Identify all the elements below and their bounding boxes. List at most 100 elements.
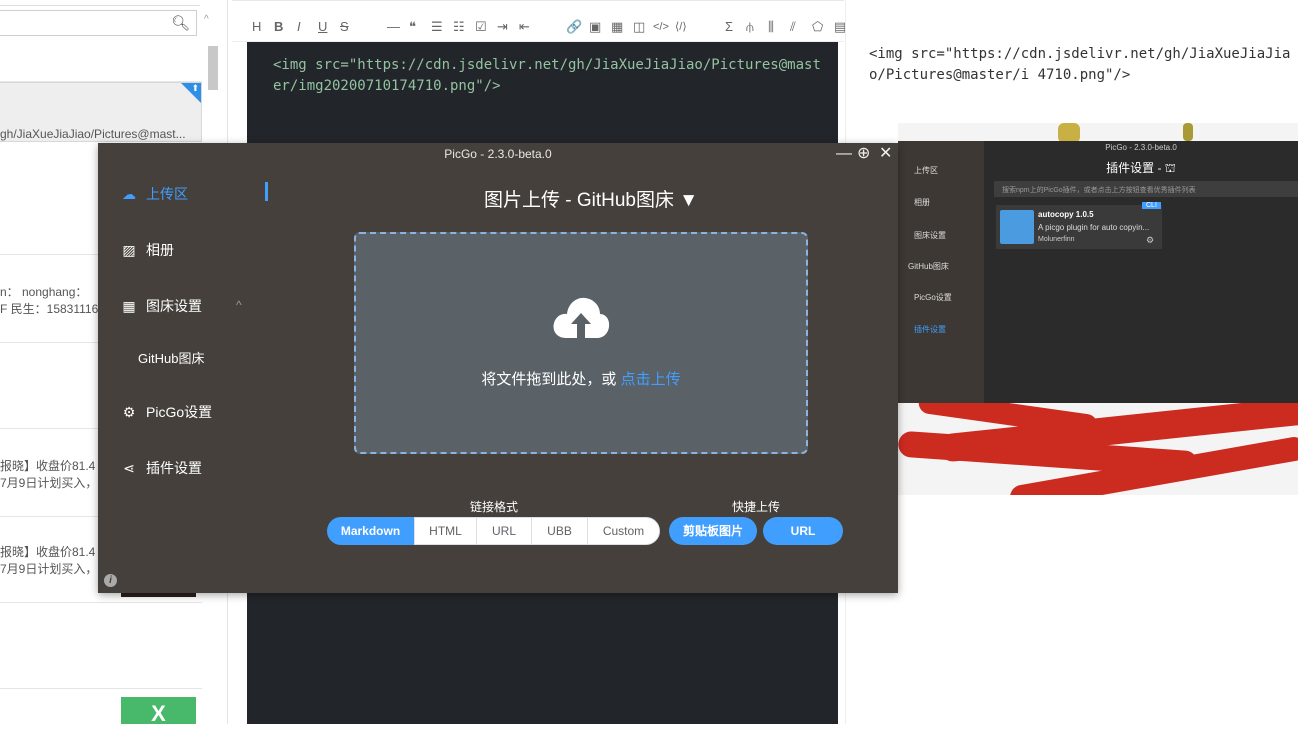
format-html-button[interactable]: HTML — [414, 517, 477, 545]
code-block-icon[interactable]: ⟨/⟩ — [675, 20, 687, 34]
embedded-search: 搜索npm上的PicGo插件，或者点击上方按钮查看优秀插件列表 — [994, 181, 1298, 197]
clipboard-upload-button[interactable]: 剪贴板图片 — [669, 517, 757, 545]
drop-instructions: 将文件拖到此处，或 点击上传 — [356, 368, 806, 389]
indent-icon[interactable]: ⇥ — [497, 20, 508, 34]
chevron-up-icon[interactable]: ^ — [236, 298, 242, 312]
chili-stem — [1183, 123, 1193, 141]
plugin-badge: CLI — [1142, 202, 1161, 209]
pin-icon: ⬆ — [181, 83, 201, 103]
nav-label: 相册 — [146, 242, 174, 258]
flowchart-icon[interactable]: ⫛ — [746, 20, 754, 34]
format-markdown-button[interactable]: Markdown — [327, 517, 414, 545]
maximize-button[interactable]: ⊕ — [857, 144, 870, 164]
share-icon: ⋖ — [123, 460, 135, 476]
strikethrough-icon[interactable]: S — [340, 20, 349, 34]
outdent-icon[interactable]: ⇤ — [519, 20, 530, 34]
italic-icon[interactable]: I — [297, 20, 301, 34]
note-snippet: n： nonghang： — [0, 285, 88, 299]
format-custom-button[interactable]: Custom — [587, 517, 660, 545]
embedded-nav-item: 插件设置 — [914, 325, 946, 334]
gear-icon: ⚙ — [122, 404, 136, 420]
top-strip — [0, 0, 200, 6]
url-upload-button[interactable]: URL — [763, 517, 843, 545]
upload-heading[interactable]: 图片上传 - GitHub图床 ▼ — [284, 185, 898, 212]
embedded-title: PicGo - 2.3.0-beta.0 — [1105, 143, 1177, 152]
embedded-main: PicGo - 2.3.0-beta.0 插件设置 - ⛫ 搜索npm上的Pic… — [984, 141, 1298, 403]
quick-upload-label: 快捷上传 — [731, 500, 780, 514]
nav-upload[interactable]: ☁ 上传区 — [120, 182, 188, 206]
link-format-label: 链接格式 — [469, 500, 518, 514]
embedded-nav-item: 图床设置 — [914, 231, 946, 240]
ordered-list-icon[interactable]: ☷ — [453, 20, 465, 34]
drop-text: 将文件拖到此处，或 — [481, 371, 621, 388]
note-snippet: gh/JiaXueJiaJiao/Pictures@mast... — [0, 127, 186, 141]
search-icon[interactable]: 🔍︎ — [171, 14, 190, 32]
underline-icon[interactable]: U — [318, 20, 327, 34]
chart-icon[interactable]: ◫ — [633, 20, 645, 34]
format-ubb-button[interactable]: UBB — [531, 517, 588, 545]
preview-embedded-image: 上传区 相册 图床设置 GitHub图床 PicGo设置 插件设置 PicGo … — [898, 123, 1298, 495]
sequence-icon[interactable]: ⫼ — [768, 20, 774, 34]
gear-icon: ⚙ — [1146, 235, 1155, 245]
note-card[interactable] — [0, 603, 202, 689]
gallery-icon: ▨ — [122, 242, 136, 258]
note-card-selected[interactable]: ⬆ gh/JiaXueJiaJiao/Pictures@mast... — [0, 82, 202, 142]
window-title: PicGo - 2.3.0-beta.0 — [444, 147, 552, 161]
image-icon[interactable]: ▣ — [589, 20, 601, 34]
nav-label: 上传区 — [146, 186, 188, 202]
gantt-icon[interactable]: ⫽ — [790, 20, 796, 34]
embedded-nav-item: PicGo设置 — [914, 293, 952, 302]
excel-thumbnail-icon: X — [121, 697, 196, 726]
table-icon[interactable]: ▦ — [611, 20, 623, 34]
cloud-upload-icon — [553, 297, 610, 338]
note-card[interactable] — [0, 48, 202, 82]
grid-icon: ▦ — [122, 298, 136, 314]
nav-picgo-settings[interactable]: ⚙ PicGo设置 — [120, 400, 212, 424]
scrollbar-thumb[interactable] — [208, 46, 218, 90]
plugin-logo-icon — [1000, 210, 1034, 244]
editor-content[interactable]: <img src="https://cdn.jsdelivr.net/gh/Ji… — [273, 55, 821, 97]
code-icon[interactable]: </> — [653, 20, 669, 34]
cloud-upload-icon: ☁ — [122, 186, 136, 202]
close-button[interactable]: ✕ — [879, 144, 892, 164]
embedded-heading: 插件设置 - ⛫ — [1106, 161, 1176, 175]
quote-icon[interactable]: ❝ — [409, 20, 416, 34]
info-icon[interactable]: i — [104, 574, 117, 587]
link-icon[interactable]: 🔗 — [566, 20, 582, 34]
nav-label: 插件设置 — [146, 460, 202, 476]
heading-icon[interactable]: H — [252, 20, 261, 34]
note-snippet: F 民生：15831116 — [0, 302, 99, 316]
embedded-nav-item: GitHub图床 — [908, 262, 949, 271]
plugin-author: Molunerfinn — [1038, 236, 1075, 243]
note-snippet: 报晓】收盘价81.4 — [0, 545, 96, 559]
horizontal-rule-icon[interactable]: — — [387, 20, 400, 34]
embedded-picgo-window: 上传区 相册 图床设置 GitHub图床 PicGo设置 插件设置 PicGo … — [898, 141, 1298, 403]
upload-drop-zone[interactable]: 将文件拖到此处，或 点击上传 — [354, 232, 808, 454]
nav-github-picbed[interactable]: GitHub图床 — [138, 347, 204, 371]
picgo-window: PicGo - 2.3.0-beta.0 — ⊕ ✕ ☁ 上传区 ▨ 相册 ▦ 图床设… — [98, 143, 898, 593]
preview-content: <img src="https://cdn.jsdelivr.net/gh/Ji… — [869, 46, 1291, 83]
note-snippet: 报晓】收盘价81.4 — [0, 459, 96, 473]
chili-stem — [1058, 123, 1080, 143]
nav-label: GitHub图床 — [138, 351, 205, 366]
nav-picbed-settings[interactable]: ▦ 图床设置 — [120, 294, 250, 318]
scroll-up-icon[interactable]: ^ — [204, 14, 209, 25]
embedded-plugin-card: autocopy 1.0.5 A picgo plugin for auto c… — [996, 202, 1162, 249]
plugin-desc: A picgo plugin for auto copyin... — [1038, 223, 1150, 232]
click-upload-link[interactable]: 点击上传 — [621, 371, 681, 388]
note-search-input[interactable]: 🔍︎ — [0, 10, 197, 36]
active-indicator — [265, 182, 268, 201]
minimize-button[interactable]: — — [836, 144, 852, 164]
mindmap-icon[interactable]: ⬠ — [812, 20, 823, 34]
nav-gallery[interactable]: ▨ 相册 — [120, 238, 174, 262]
bold-icon[interactable]: B — [274, 20, 283, 34]
format-url-button[interactable]: URL — [476, 517, 532, 545]
formula-icon[interactable]: Σ — [725, 20, 733, 34]
nav-plugin-settings[interactable]: ⋖ 插件设置 — [120, 456, 202, 480]
bullet-list-icon[interactable]: ☰ — [431, 20, 443, 34]
note-snippet: 7月9日计划买入， — [0, 476, 98, 490]
nav-label: 图床设置 — [146, 298, 202, 314]
note-snippet: 7月9日计划买入， — [0, 562, 98, 576]
task-list-icon[interactable]: ☑ — [475, 20, 487, 34]
plugin-name: autocopy 1.0.5 — [1038, 210, 1094, 219]
